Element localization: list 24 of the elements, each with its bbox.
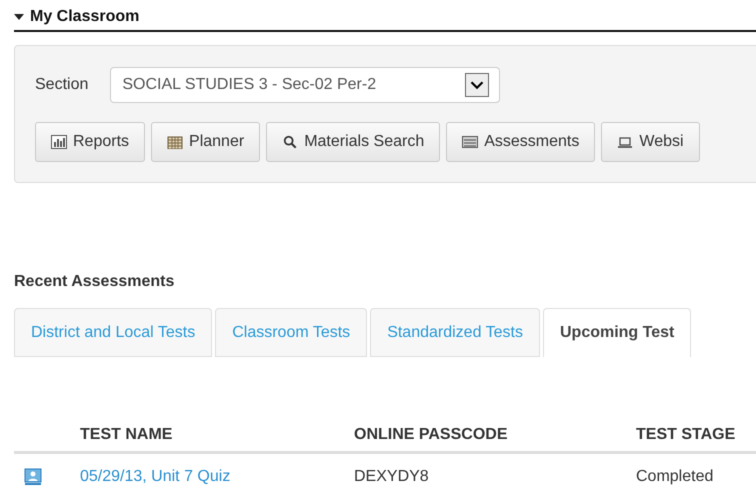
calendar-icon xyxy=(167,135,184,149)
column-header: TEST STAGE xyxy=(636,426,736,444)
toolbar-button[interactable]: Websi xyxy=(601,122,700,162)
tab[interactable]: Upcoming Test xyxy=(542,308,692,357)
section-title: My Classroom xyxy=(30,8,140,26)
laptop-icon xyxy=(617,135,634,149)
section-label: Section xyxy=(35,76,88,94)
stage-cell-text: Completed xyxy=(636,468,714,486)
passcode-cell-text: DEXYDY8 xyxy=(354,468,430,486)
toolbar-button[interactable]: Materials Search xyxy=(266,122,440,162)
test-name-link[interactable]: 05/29/13, Unit 7 Quiz xyxy=(80,468,354,486)
toolbar-button[interactable]: Assessments xyxy=(446,122,596,162)
search-icon xyxy=(282,135,298,149)
collapse-triangle-icon[interactable] xyxy=(14,13,24,21)
toolbar-button[interactable]: Planner xyxy=(151,122,260,162)
subsection-title: Recent Assessments xyxy=(14,273,176,291)
presentation-icon[interactable] xyxy=(24,468,42,486)
column-header: TEST NAME xyxy=(80,426,174,444)
column-header: ONLINE PASSCODE xyxy=(354,426,508,444)
dropdown-caret-icon xyxy=(465,73,490,97)
bar-chart-icon xyxy=(51,135,67,149)
section-select[interactable]: SOCIAL STUDIES 3 - Sec-02 Per-2 xyxy=(110,67,500,103)
toolbar-button[interactable]: Reports xyxy=(35,122,146,162)
list-icon xyxy=(462,135,478,149)
